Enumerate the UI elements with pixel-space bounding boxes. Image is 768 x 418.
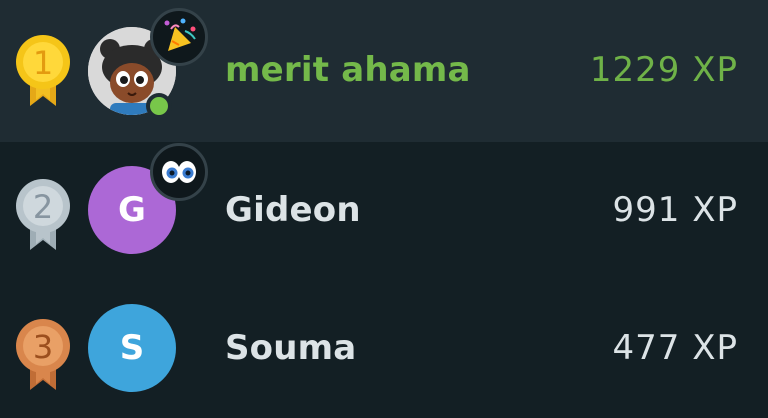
user-name: merit ahama: [225, 50, 471, 90]
leaderboard: 1 merit ahama 1229 XP 2 G Gideon 991 XP …: [0, 0, 768, 418]
eyes-icon: [162, 161, 196, 183]
party-popper-icon: [164, 18, 196, 51]
gold-medal-icon: 1: [16, 35, 70, 106]
user-xp: 1229 XP: [589, 50, 738, 90]
user-xp: 477 XP: [612, 328, 738, 368]
medal-rank-number: 1: [33, 44, 53, 82]
silver-medal-icon: 2: [16, 179, 70, 250]
party-popper-badge: [150, 8, 208, 66]
medal-rank-number: 2: [33, 188, 53, 226]
avatar-letter: S: [119, 328, 145, 368]
leaderboard-row[interactable]: 2 G Gideon 991 XP: [0, 142, 768, 280]
avatar[interactable]: S: [88, 304, 176, 392]
user-name: Souma: [225, 328, 357, 368]
bronze-medal-icon: 3: [16, 319, 70, 390]
eyes-badge: [150, 143, 208, 201]
online-status-dot: [146, 93, 172, 119]
leaderboard-row-current-user[interactable]: 1 merit ahama 1229 XP: [0, 0, 768, 142]
user-xp: 991 XP: [612, 190, 738, 230]
user-name: Gideon: [225, 190, 361, 230]
leaderboard-row[interactable]: 3 S Souma 477 XP: [0, 280, 768, 418]
medal-rank-number: 3: [33, 328, 53, 366]
